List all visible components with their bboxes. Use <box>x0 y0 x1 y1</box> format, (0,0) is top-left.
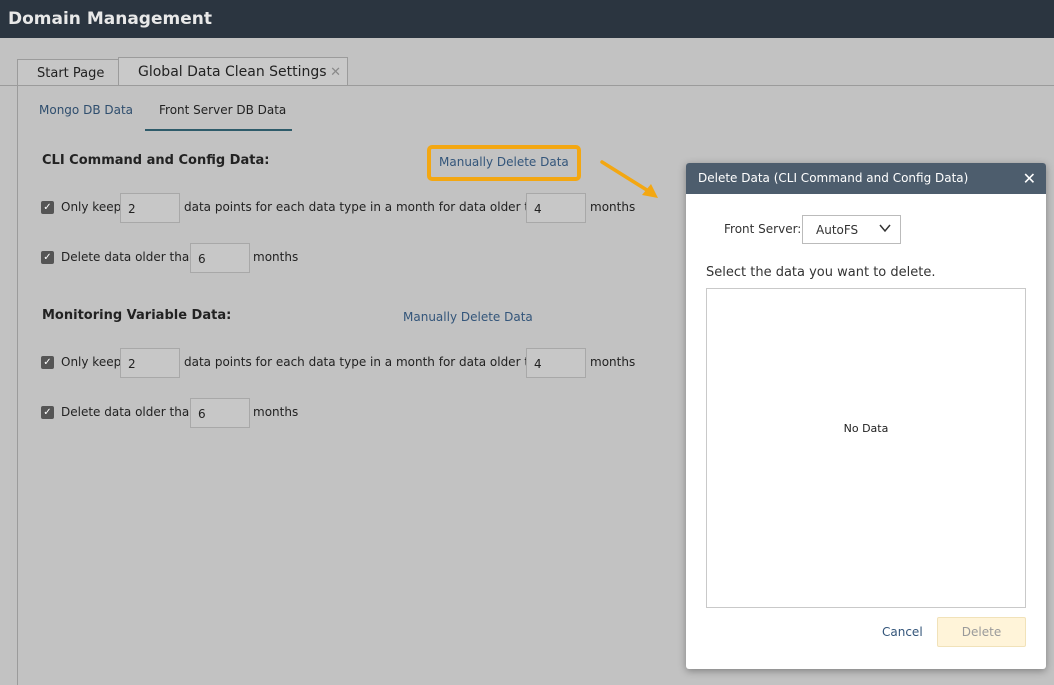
delete-months-input-monitoring[interactable]: 6 <box>190 398 250 428</box>
delete-older-row-monitoring: ✓ Delete data older than 6 months <box>41 398 641 428</box>
section-title-cli: CLI Command and Config Data: <box>42 153 270 168</box>
delete-older-label: Delete data older than <box>61 405 197 419</box>
manual-delete-link-monitoring[interactable]: Manually Delete Data <box>403 310 533 324</box>
months-label: months <box>253 405 299 419</box>
tab-global-label: Global Data Clean Settings <box>138 64 327 80</box>
delete-older-checkbox-monitoring[interactable]: ✓ <box>41 406 54 419</box>
no-data-text: No Data <box>843 422 889 435</box>
tab-start-page[interactable]: Start Page <box>17 59 119 86</box>
dialog-title: Delete Data (CLI Command and Config Data… <box>698 171 969 185</box>
only-keep-label: Only keep <box>61 200 122 214</box>
months-input-cli[interactable]: 4 <box>526 193 586 223</box>
months-label: months <box>590 355 636 369</box>
delete-button[interactable]: Delete <box>937 617 1026 647</box>
annotation-arrow-icon <box>600 160 658 198</box>
subtab-mongo-db-data[interactable]: Mongo DB Data <box>39 103 133 117</box>
delete-older-checkbox-cli[interactable]: ✓ <box>41 251 54 264</box>
subtab-selected-indicator <box>145 129 292 131</box>
dialog-header: Delete Data (CLI Command and Config Data… <box>686 163 1046 194</box>
tab-start-page-label: Start Page <box>37 65 105 81</box>
front-server-label: Front Server: <box>724 222 802 236</box>
front-server-select[interactable]: AutoFS <box>802 215 901 244</box>
points-input-monitoring[interactable]: 2 <box>120 348 180 378</box>
app-title: Domain Management <box>0 0 1054 38</box>
delete-older-label: Delete data older than <box>61 250 197 264</box>
months-label: months <box>253 250 299 264</box>
points-description: data points for each data type in a mont… <box>184 355 552 369</box>
only-keep-row-cli: ✓ Only keep 2 data points for each data … <box>41 193 641 223</box>
delete-data-dialog: Delete Data (CLI Command and Config Data… <box>686 163 1046 669</box>
points-description: data points for each data type in a mont… <box>184 200 552 214</box>
cancel-button[interactable]: Cancel <box>882 625 923 639</box>
points-input-cli[interactable]: 2 <box>120 193 180 223</box>
subtab-front-server-db-data[interactable]: Front Server DB Data <box>159 103 286 117</box>
delete-months-input-cli[interactable]: 6 <box>190 243 250 273</box>
section-title-monitoring: Monitoring Variable Data: <box>42 308 232 323</box>
only-keep-checkbox-cli[interactable]: ✓ <box>41 201 54 214</box>
chevron-down-icon <box>879 221 891 238</box>
only-keep-checkbox-monitoring[interactable]: ✓ <box>41 356 54 369</box>
delete-older-row-cli: ✓ Delete data older than 6 months <box>41 243 641 273</box>
only-keep-label: Only keep <box>61 355 122 369</box>
close-icon[interactable]: ✕ <box>330 65 341 80</box>
manual-delete-link-cli[interactable]: Manually Delete Data <box>439 155 569 169</box>
months-input-monitoring[interactable]: 4 <box>526 348 586 378</box>
data-list[interactable]: No Data <box>706 288 1026 608</box>
close-icon[interactable]: ✕ <box>1023 163 1036 194</box>
front-server-value: AutoFS <box>816 223 859 237</box>
only-keep-row-monitoring: ✓ Only keep 2 data points for each data … <box>41 348 641 378</box>
select-prompt: Select the data you want to delete. <box>706 265 936 280</box>
tab-global-data-clean-settings[interactable]: Global Data Clean Settings ✕ <box>118 57 348 86</box>
